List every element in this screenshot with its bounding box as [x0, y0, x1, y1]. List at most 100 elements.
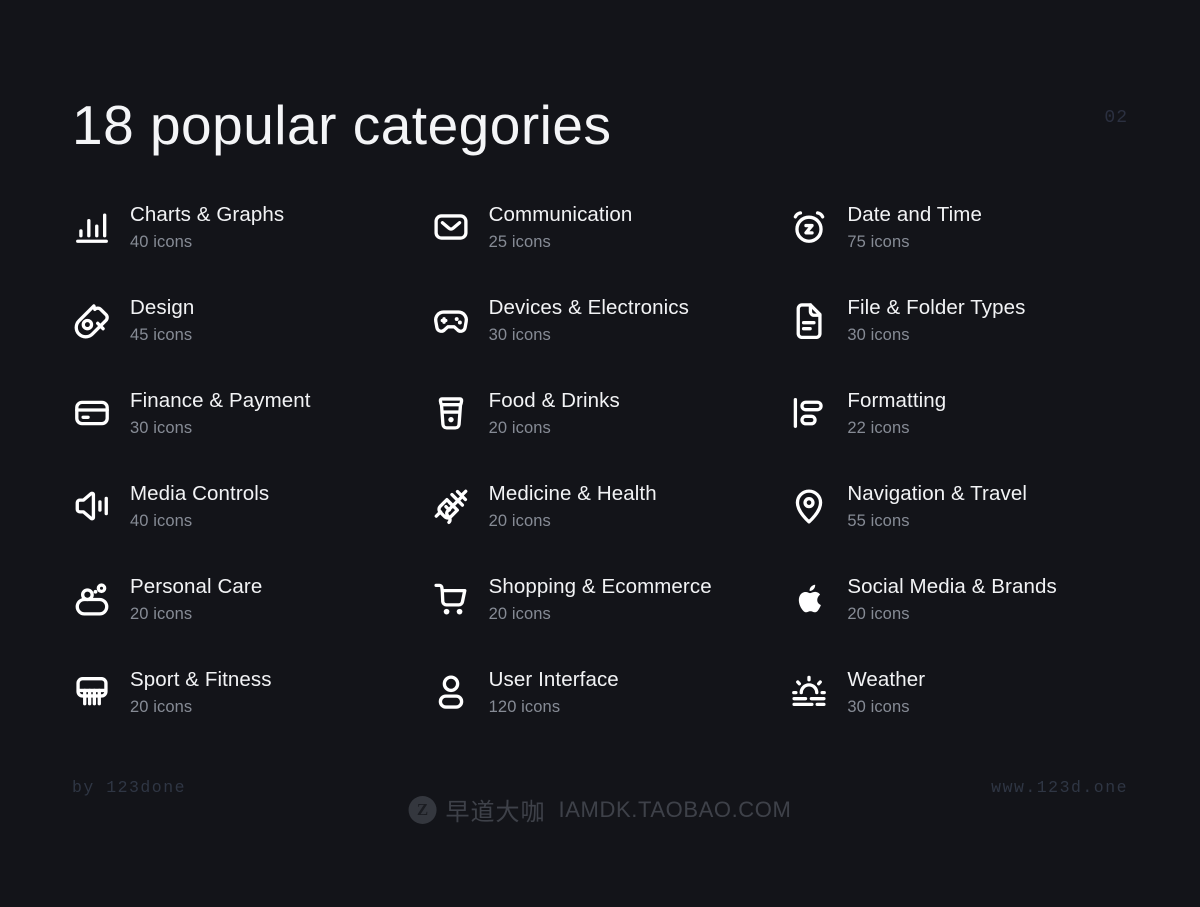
watermark-logo-icon: Z: [408, 795, 437, 824]
category-grid: Charts & Graphs 40 icons Communication 25 i…: [72, 198, 1134, 756]
category-text: Shopping & Ecommerce 20 icons: [489, 572, 712, 625]
category-text: File & Folder Types 30 icons: [847, 293, 1025, 346]
category-name: Navigation & Travel: [847, 482, 1027, 505]
category-text: Weather 30 icons: [847, 665, 925, 718]
category-item[interactable]: File & Folder Types 30 icons: [789, 291, 1134, 384]
gamepad-icon: [431, 297, 471, 343]
category-item[interactable]: Sport & Fitness 20 icons: [72, 663, 417, 756]
alarm-clock-snooze-icon: [789, 204, 829, 250]
page-title: 18 popular categories: [72, 94, 612, 156]
category-name: Social Media & Brands: [847, 575, 1057, 598]
category-item[interactable]: Weather 30 icons: [789, 663, 1134, 756]
watermark-chinese-text: 早道大咖: [445, 798, 546, 826]
category-name: Medicine & Health: [488, 482, 657, 505]
category-text: User Interface 120 icons: [489, 665, 619, 718]
category-item[interactable]: Food & Drinks 20 icons: [431, 384, 776, 477]
category-text: Food & Drinks 20 icons: [489, 386, 620, 439]
watermark: Z 早道大咖 IAMDK.TAOBAO.COM: [408, 792, 792, 827]
category-item[interactable]: Personal Care 20 icons: [72, 570, 417, 663]
category-count: 40 icons: [130, 233, 193, 251]
page-number: 02: [1104, 108, 1128, 128]
category-text: Personal Care 20 icons: [130, 572, 262, 625]
category-text: Media Controls 40 icons: [130, 479, 269, 532]
category-text: Devices & Electronics 30 icons: [489, 293, 689, 346]
category-name: Date and Time: [847, 203, 982, 226]
category-item[interactable]: Formatting 22 icons: [789, 384, 1134, 477]
sunrise-icon: [789, 669, 829, 715]
category-item[interactable]: Social Media & Brands 20 icons: [789, 570, 1134, 663]
category-count: 30 icons: [847, 326, 910, 344]
category-count: 30 icons: [488, 326, 551, 344]
category-count: 120 icons: [488, 698, 561, 716]
category-name: Media Controls: [130, 482, 270, 505]
footer-author: by 123done: [72, 778, 187, 797]
category-name: Personal Care: [130, 575, 263, 598]
category-name: Communication: [488, 203, 633, 226]
category-count: 40 icons: [130, 512, 193, 530]
category-name: Formatting: [847, 389, 947, 412]
category-name: File & Folder Types: [847, 296, 1026, 319]
basketball-hoop-icon: [72, 669, 112, 715]
category-text: Date and Time 75 icons: [847, 200, 982, 253]
category-text: Navigation & Travel 55 icons: [847, 479, 1027, 532]
envelope-icon: [431, 204, 471, 250]
slide-root: 18 popular categories 02 Charts & Graphs…: [0, 0, 1200, 907]
syringe-icon: [431, 483, 471, 529]
category-count: 20 icons: [130, 605, 193, 623]
category-text: Social Media & Brands 20 icons: [847, 572, 1056, 625]
category-item[interactable]: Communication 25 icons: [431, 198, 776, 291]
category-text: Sport & Fitness 20 icons: [130, 665, 272, 718]
category-name: Shopping & Ecommerce: [488, 575, 712, 598]
shopping-cart-icon: [431, 576, 471, 622]
category-count: 25 icons: [488, 233, 551, 251]
category-text: Formatting 22 icons: [847, 386, 946, 439]
category-item[interactable]: Charts & Graphs 40 icons: [72, 198, 417, 291]
category-name: Weather: [847, 668, 926, 691]
slide-header: 18 popular categories 02: [72, 86, 1128, 164]
align-left-icon: [789, 390, 829, 436]
category-item[interactable]: User Interface 120 icons: [431, 663, 776, 756]
category-count: 20 icons: [488, 605, 551, 623]
pen-nib-icon: [72, 297, 112, 343]
user-person-icon: [431, 669, 471, 715]
bar-chart-icon: [72, 204, 112, 250]
credit-card-icon: [72, 390, 112, 436]
volume-speaker-icon: [72, 483, 112, 529]
category-item[interactable]: Devices & Electronics 30 icons: [431, 291, 776, 384]
coffee-cup-icon: [431, 390, 471, 436]
footer-website: www.123d.one: [991, 778, 1128, 797]
map-pin-icon: [789, 483, 829, 529]
category-count: 30 icons: [130, 419, 193, 437]
category-count: 20 icons: [847, 605, 910, 623]
category-item[interactable]: Date and Time 75 icons: [789, 198, 1134, 291]
category-count: 75 icons: [847, 233, 910, 251]
category-count: 30 icons: [847, 698, 910, 716]
category-name: Charts & Graphs: [130, 203, 285, 226]
category-count: 20 icons: [130, 698, 193, 716]
soap-bar-icon: [72, 576, 112, 622]
watermark-url-text: IAMDK.TAOBAO.COM: [558, 796, 792, 822]
category-count: 22 icons: [847, 419, 910, 437]
category-name: Design: [130, 296, 195, 319]
category-text: Design 45 icons: [130, 293, 194, 346]
category-text: Medicine & Health 20 icons: [489, 479, 657, 532]
category-name: Sport & Fitness: [130, 668, 272, 691]
category-item[interactable]: Finance & Payment 30 icons: [72, 384, 417, 477]
category-item[interactable]: Media Controls 40 icons: [72, 477, 417, 570]
category-item[interactable]: Medicine & Health 20 icons: [431, 477, 776, 570]
category-count: 45 icons: [130, 326, 193, 344]
category-name: Finance & Payment: [130, 389, 311, 412]
category-item[interactable]: Shopping & Ecommerce 20 icons: [431, 570, 776, 663]
category-count: 55 icons: [847, 512, 910, 530]
document-file-icon: [789, 297, 829, 343]
category-count: 20 icons: [488, 512, 551, 530]
apple-logo-icon: [789, 576, 829, 622]
category-name: User Interface: [488, 668, 619, 691]
category-item[interactable]: Design 45 icons: [72, 291, 417, 384]
category-text: Charts & Graphs 40 icons: [130, 200, 284, 253]
category-name: Devices & Electronics: [488, 296, 689, 319]
category-name: Food & Drinks: [488, 389, 620, 412]
category-text: Communication 25 icons: [489, 200, 633, 253]
category-count: 20 icons: [488, 419, 551, 437]
category-item[interactable]: Navigation & Travel 55 icons: [789, 477, 1134, 570]
